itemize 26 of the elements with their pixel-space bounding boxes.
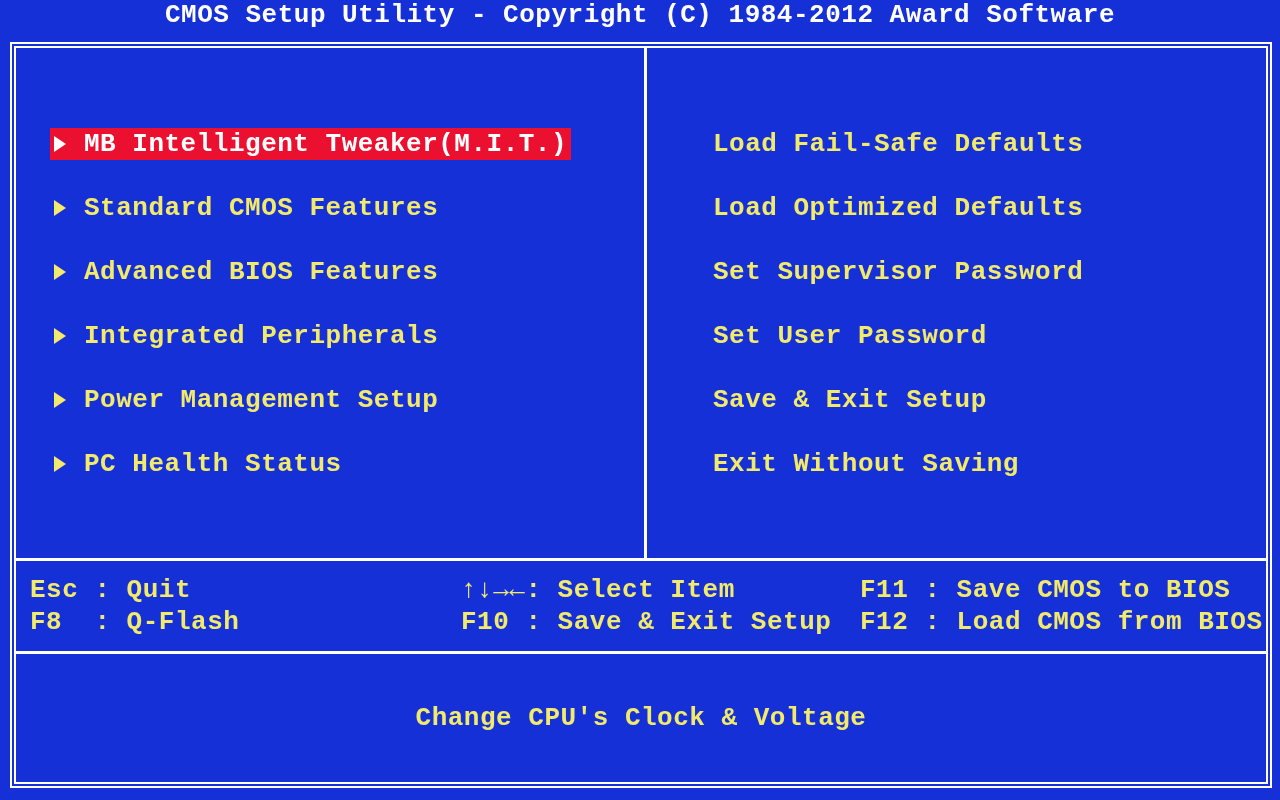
- triangle-icon: [54, 392, 66, 408]
- menu-item[interactable]: Set User Password: [713, 320, 991, 352]
- triangle-icon: [54, 136, 66, 152]
- menu-item[interactable]: Save & Exit Setup: [713, 384, 991, 416]
- submenu-item[interactable]: MB Intelligent Tweaker(M.I.T.): [50, 128, 572, 160]
- submenu-item[interactable]: Advanced BIOS Features: [50, 256, 443, 288]
- key-hint: F11 : Save CMOS to BIOS: [860, 575, 1232, 605]
- submenu-item[interactable]: Standard CMOS Features: [50, 192, 443, 224]
- triangle-icon: [54, 264, 66, 280]
- submenu-item[interactable]: Integrated Peripherals: [50, 320, 443, 352]
- key-hint: F10 : Save & Exit Setup: [461, 607, 833, 637]
- item-help-text: Change CPU's Clock & Voltage: [415, 703, 867, 733]
- triangle-icon: [54, 328, 66, 344]
- submenu-item[interactable]: PC Health Status: [50, 448, 346, 480]
- key-hint: F8 : Q-Flash: [30, 607, 241, 637]
- menu-item[interactable]: Exit Without Saving: [713, 448, 1023, 480]
- menu-item[interactable]: Load Optimized Defaults: [713, 192, 1088, 224]
- window-title: CMOS Setup Utility - Copyright (C) 1984-2012 Award Software: [163, 0, 1117, 32]
- triangle-icon: [54, 200, 66, 216]
- menu-item[interactable]: Set Supervisor Password: [713, 256, 1088, 288]
- key-hint: F12 : Load CMOS from BIOS: [860, 607, 1264, 637]
- submenu-item[interactable]: Power Management Setup: [50, 384, 443, 416]
- key-hint: Esc : Quit: [30, 575, 193, 605]
- menu-item[interactable]: Load Fail-Safe Defaults: [713, 128, 1088, 160]
- triangle-icon: [54, 456, 66, 472]
- key-hint: ↑↓→←: Select Item: [461, 575, 736, 605]
